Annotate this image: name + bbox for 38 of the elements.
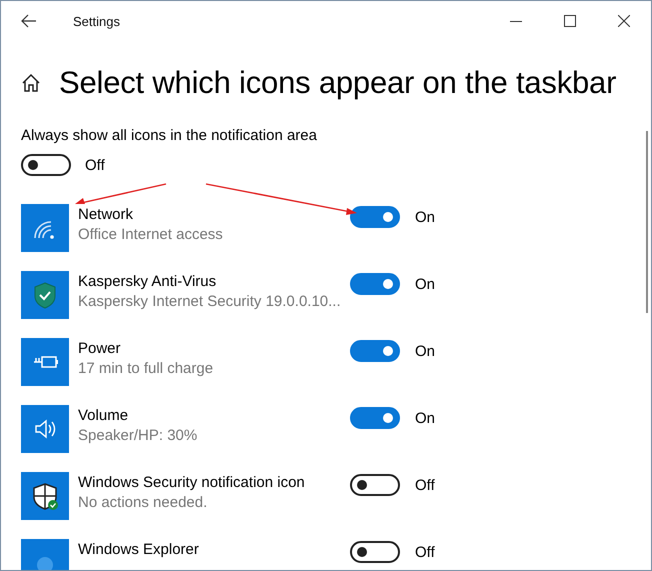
- toggle-switch[interactable]: [350, 474, 400, 496]
- maximize-icon[interactable]: [564, 15, 576, 27]
- app-icon: [21, 271, 69, 319]
- app-name: Kaspersky Anti-Virus: [78, 273, 216, 290]
- toggle-state-label: On: [415, 342, 436, 360]
- window-title: Settings: [73, 14, 120, 28]
- toggle-switch[interactable]: [350, 273, 400, 295]
- toggle-state-label: On: [415, 410, 436, 426]
- toggle-switch[interactable]: [350, 407, 400, 429]
- toggle-switch[interactable]: [350, 206, 400, 228]
- scrollbar[interactable]: [646, 131, 648, 313]
- app-detail: Kaspersky Internet Security 19.0.0.10...: [78, 293, 341, 310]
- toggle-state-label: On: [415, 276, 436, 292]
- app-icon: [21, 338, 69, 386]
- toggle-state-label: Off: [85, 156, 105, 174]
- toggle-switch[interactable]: [350, 541, 400, 563]
- app-name: Network: [78, 206, 134, 223]
- toggle-state-label: On: [415, 208, 436, 226]
- app-detail: Speaker/HP: 30%: [78, 427, 198, 444]
- app-name: Power: [78, 340, 121, 357]
- app-name: Volume: [78, 407, 128, 424]
- app-detail: Office Internet access: [78, 226, 223, 243]
- page-title: Select which icons appear on the taskbar: [59, 65, 616, 101]
- app-detail: No actions needed.: [78, 494, 208, 511]
- back-arrow-icon[interactable]: [21, 13, 37, 29]
- app-name: Windows Security notification icon: [78, 474, 305, 491]
- app-icon: [21, 204, 69, 252]
- close-icon[interactable]: [618, 15, 630, 27]
- toggle-switch[interactable]: [21, 154, 71, 176]
- app-name: Windows Explorer: [78, 541, 199, 558]
- app-icon: [21, 472, 69, 520]
- toggle-state-label: Off: [415, 476, 435, 494]
- toggle-switch[interactable]: [350, 340, 400, 362]
- home-icon[interactable]: [21, 73, 41, 93]
- toggle-state-label: Off: [415, 544, 435, 560]
- setting-label: Always show all icons in the notification area: [21, 127, 318, 144]
- app-detail: 17 min to full charge: [78, 360, 214, 377]
- app-icon: [21, 405, 69, 453]
